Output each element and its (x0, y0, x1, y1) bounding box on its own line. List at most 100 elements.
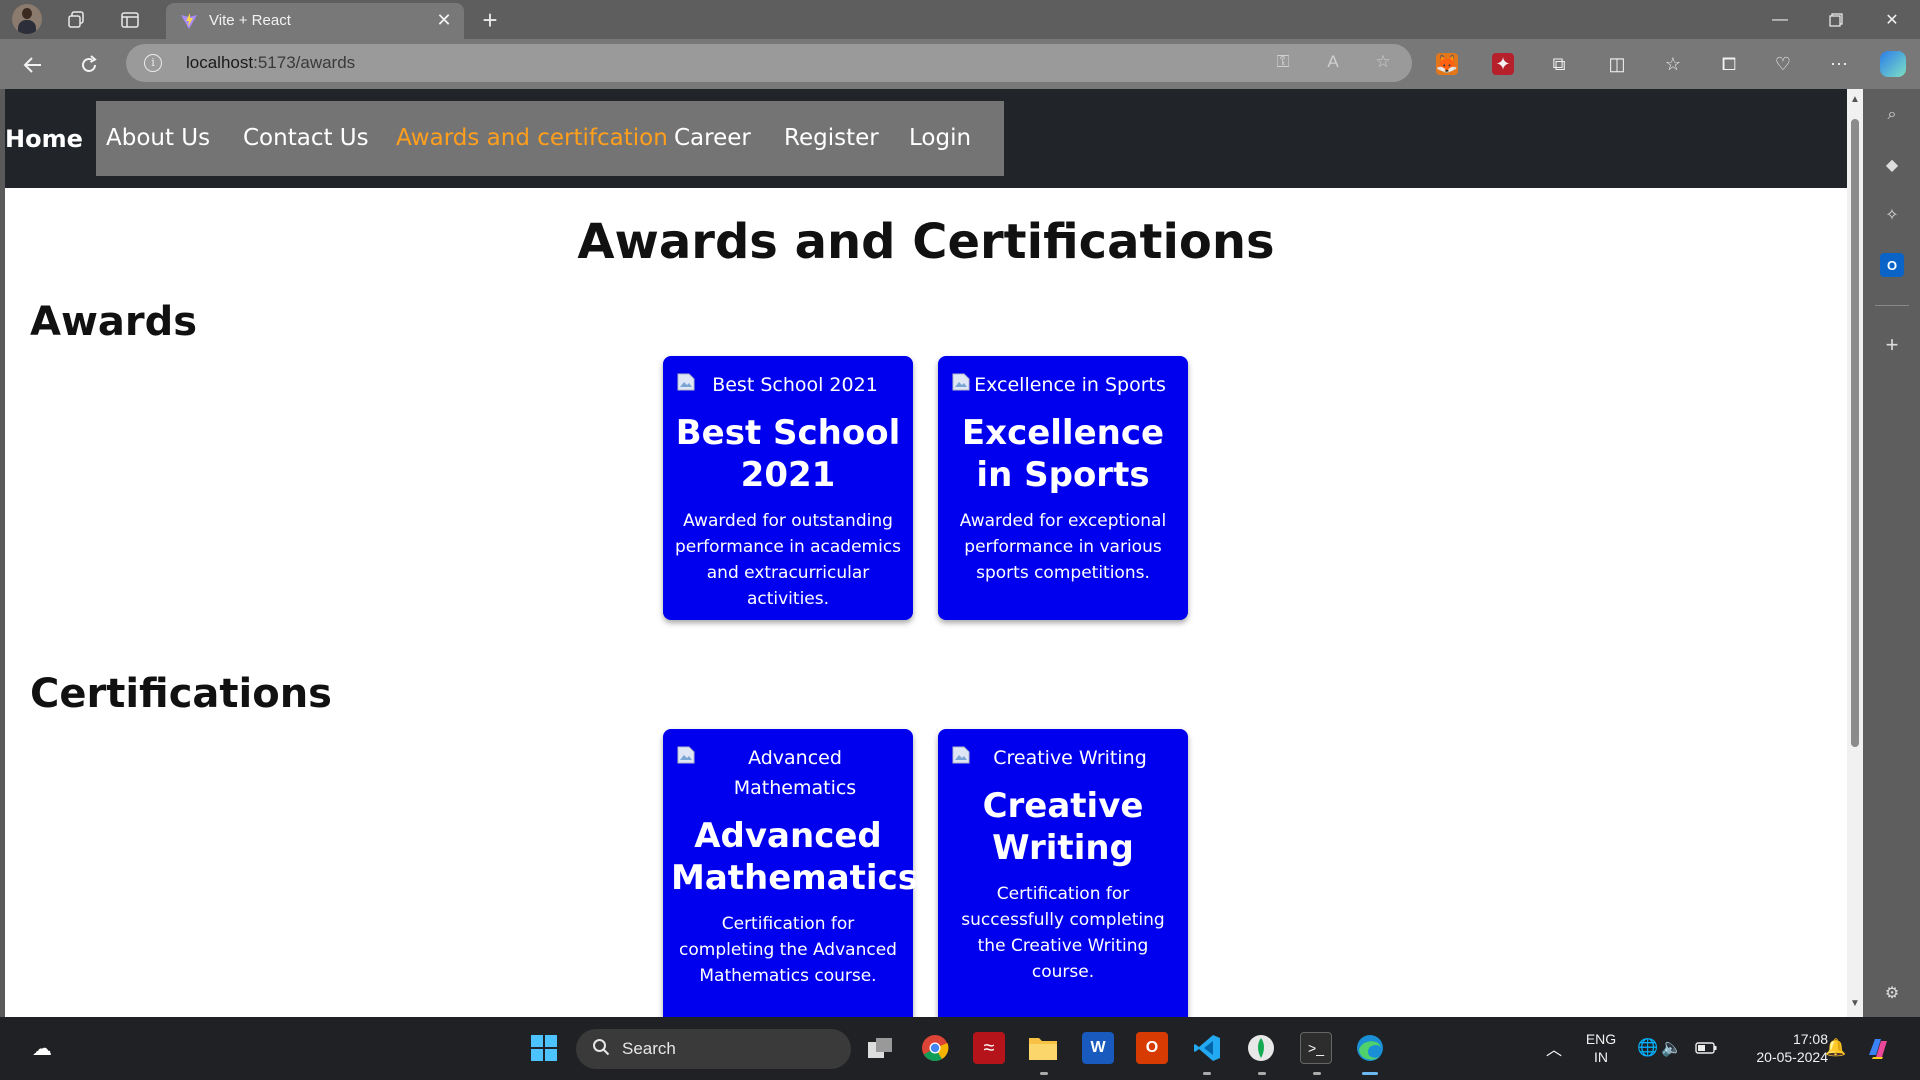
restore-icon[interactable] (1808, 0, 1864, 39)
card-text: Certification for successfully completin… (961, 884, 1165, 982)
read-aloud-icon[interactable]: A (1322, 52, 1344, 74)
red-app-icon[interactable]: ≈ (973, 1032, 1005, 1064)
broken-image-icon (952, 373, 970, 391)
language-indicator[interactable]: ENG IN (1580, 1030, 1622, 1066)
notification-bell-icon[interactable]: 🔔 (1820, 1032, 1852, 1064)
running-indicator (1040, 1072, 1048, 1075)
card-title: Advanced Mathematics (671, 816, 918, 898)
weather-icon[interactable]: ☁ (26, 1032, 58, 1064)
minimize-icon[interactable]: — (1752, 0, 1808, 39)
mongodb-compass-icon[interactable] (1245, 1032, 1277, 1064)
award-image: Best School 2021 (675, 370, 901, 400)
tab-title: Vite + React (209, 12, 291, 29)
windows-start-icon[interactable] (528, 1032, 560, 1064)
certification-card: Creative Writing Creative Writing Certif… (938, 729, 1188, 1017)
back-arrow-icon[interactable] (18, 50, 48, 80)
scrollbar-thumb[interactable] (1851, 119, 1859, 747)
clock[interactable]: 17:08 20-05-2024 (1732, 1030, 1828, 1066)
favorites-icon[interactable]: ☆ (1660, 51, 1686, 77)
scroll-up-arrow-icon[interactable]: ▲ (1850, 95, 1860, 105)
award-card: Best School 2021 Best School 2021 Awarde… (663, 356, 913, 620)
browser-tab-strip: Vite + React ✕ + — ✕ (0, 0, 1920, 39)
awards-heading: Awards (30, 299, 198, 345)
search-icon (593, 1039, 610, 1056)
favorite-star-icon[interactable]: ☆ (1372, 52, 1394, 74)
vertical-tabs-icon[interactable] (116, 6, 144, 34)
vscode-icon[interactable] (1191, 1032, 1223, 1064)
file-explorer-icon[interactable] (1027, 1032, 1059, 1064)
terminal-icon[interactable]: >_ (1300, 1032, 1332, 1064)
tab-close-icon[interactable]: ✕ (432, 8, 456, 32)
extension-red-icon[interactable]: ✦ (1492, 53, 1514, 75)
page-title: Awards and Certifications (577, 214, 1275, 270)
nav-awards-link[interactable]: Awards and certifcation (396, 125, 668, 151)
collections-icon[interactable]: ⧠ (1716, 51, 1742, 77)
task-view-icon[interactable] (864, 1032, 896, 1064)
sidebar-shopping-icon[interactable]: ◆ (1880, 153, 1904, 177)
page-scrollbar[interactable]: ▲ ▼ (1847, 89, 1863, 1017)
chrome-icon[interactable] (919, 1032, 951, 1064)
metamask-extension-icon[interactable]: 🦊 (1436, 53, 1458, 75)
vite-favicon-icon (181, 13, 197, 29)
settings-more-icon[interactable]: ⋯ (1826, 51, 1852, 77)
close-window-icon[interactable]: ✕ (1864, 0, 1920, 39)
card-title: Creative Writing (982, 786, 1144, 868)
certification-image: Advanced Mathematics (675, 743, 901, 803)
search-placeholder: Search (622, 1039, 676, 1058)
running-indicator (1203, 1072, 1211, 1075)
certification-image: Creative Writing (950, 743, 1176, 773)
site-navbar: Home About Us Contact Us Awards and cert… (5, 89, 1847, 188)
scroll-down-arrow-icon[interactable]: ▼ (1850, 999, 1860, 1009)
award-card: Excellence in Sports Excellence in Sport… (938, 356, 1188, 620)
workspaces-icon[interactable] (62, 6, 90, 34)
broken-image-icon (952, 746, 970, 764)
certifications-heading: Certifications (30, 671, 332, 717)
battery-icon[interactable] (1690, 1032, 1722, 1064)
edge-icon[interactable] (1354, 1032, 1386, 1064)
award-image: Excellence in Sports (950, 370, 1176, 400)
broken-image-icon (677, 373, 695, 391)
card-title: Excellence in Sports (961, 413, 1165, 495)
nav-career-link[interactable]: Career (674, 125, 751, 151)
taskbar-search[interactable]: Search (576, 1029, 851, 1069)
card-text: Awarded for exceptional performance in v… (959, 511, 1167, 583)
browser-essentials-icon[interactable]: ♡ (1770, 51, 1796, 77)
extensions-puzzle-icon[interactable]: ⧉ (1546, 51, 1572, 77)
card-text: Certification for completing the Advance… (679, 914, 897, 986)
office-icon[interactable]: O (1136, 1032, 1168, 1064)
address-bar[interactable]: i localhost:5173/awards ⚿ A ☆ (126, 44, 1412, 82)
sidebar-search-icon[interactable]: ⌕ (1880, 103, 1904, 127)
refresh-icon[interactable] (74, 50, 104, 80)
sidebar-settings-icon[interactable]: ⚙ (1880, 981, 1904, 1005)
nav-register-link[interactable]: Register (784, 125, 879, 151)
browser-toolbar: i localhost:5173/awards ⚿ A ☆ 🦊 ✦ ⧉ ◫ ☆ … (0, 39, 1920, 89)
certification-card: Advanced Mathematics Advanced Mathematic… (663, 729, 918, 1017)
broken-image-icon (677, 746, 695, 764)
sidebar-tools-icon[interactable]: ✧ (1880, 203, 1904, 227)
running-indicator (1313, 1072, 1321, 1075)
outlook-icon[interactable]: O (1880, 253, 1904, 277)
running-indicator (1258, 1072, 1266, 1075)
show-hidden-icons-chevron-icon[interactable]: ︿ (1538, 1032, 1570, 1064)
password-key-icon[interactable]: ⚿ (1272, 52, 1294, 74)
nav-login-link[interactable]: Login (909, 125, 971, 151)
sidebar-add-icon[interactable]: + (1880, 332, 1904, 357)
browser-tab-active[interactable]: Vite + React ✕ (166, 3, 464, 39)
nav-about-us-link[interactable]: About Us (106, 125, 210, 151)
copilot-taskbar-icon[interactable] (1862, 1032, 1894, 1064)
volume-icon[interactable]: 🔈 (1656, 1032, 1688, 1064)
copilot-icon[interactable] (1880, 51, 1906, 77)
nav-home-link[interactable]: Home (5, 125, 83, 153)
nav-contact-us-link[interactable]: Contact Us (243, 125, 369, 151)
url-text: localhost:5173/awards (186, 53, 356, 72)
card-text: Awarded for outstanding performance in a… (674, 511, 902, 609)
word-icon[interactable]: W (1082, 1032, 1114, 1064)
windows-taskbar: ☁ Search ≈ W O >_ ︿ ENG IN 🌐 🔈 17:08 20-05… (0, 1017, 1920, 1080)
page-viewport: Home About Us Contact Us Awards and cert… (5, 89, 1847, 1017)
site-info-icon[interactable]: i (144, 54, 162, 72)
profile-avatar[interactable] (12, 4, 42, 34)
new-tab-icon[interactable]: + (476, 5, 504, 35)
edge-sidebar: ⌕ ◆ ✧ O + ⚙ (1863, 89, 1920, 1017)
split-screen-icon[interactable]: ◫ (1604, 51, 1630, 77)
active-indicator (1362, 1072, 1378, 1075)
